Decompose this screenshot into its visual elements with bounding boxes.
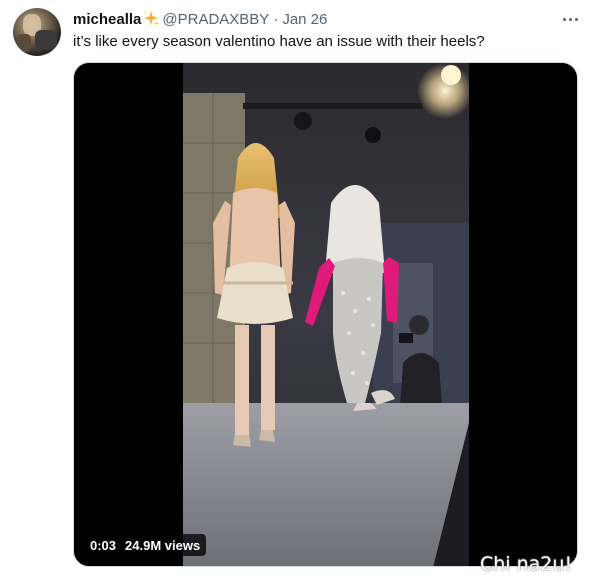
video-frame[interactable] <box>183 63 469 566</box>
video-view-count: 24.9M views <box>125 537 201 553</box>
separator-dot: · <box>273 10 279 28</box>
watermark: Chi na2u! <box>480 553 573 575</box>
display-name[interactable]: michealla <box>73 11 141 28</box>
avatar-detail <box>35 30 57 50</box>
tweet-date[interactable]: Jan 26 <box>282 11 327 28</box>
avatar-detail <box>17 34 31 52</box>
tweet-header: michealla @PRADAXBBY · Jan 26 <box>73 9 327 29</box>
tweet-card[interactable]: michealla @PRADAXBBY · Jan 26 it’s like … <box>0 0 591 577</box>
more-options-icon[interactable] <box>560 9 580 29</box>
sparkles-icon <box>142 10 160 28</box>
video-player[interactable]: 0:03 24.9M views <box>73 62 578 567</box>
user-handle[interactable]: @PRADAXBBY <box>162 11 269 28</box>
video-stats-badge: 0:03 24.9M views <box>84 534 207 556</box>
video-elapsed-time: 0:03 <box>90 537 117 553</box>
avatar[interactable] <box>13 8 61 56</box>
tweet-text: it’s like every season valentino have an… <box>73 33 485 50</box>
